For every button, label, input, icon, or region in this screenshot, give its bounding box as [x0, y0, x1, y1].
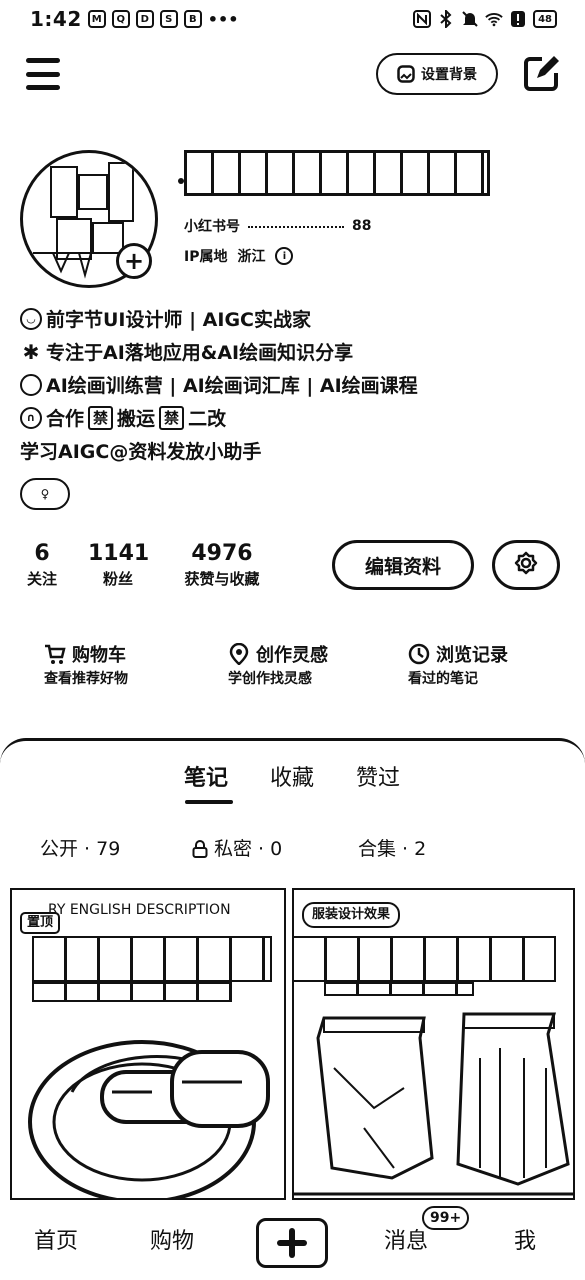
- card-tag: 服装设计效果: [302, 902, 401, 928]
- mute-icon: [461, 10, 479, 28]
- creative-inspiration-shortcut[interactable]: 创作灵感 学创作找灵感: [228, 640, 328, 690]
- masked-title: [32, 982, 232, 1002]
- id-masked: [248, 224, 344, 228]
- notification-icon: M: [87, 10, 106, 28]
- set-background-label: 设置背景: [421, 67, 477, 83]
- bio: ◡ 前字节UI设计师 | AIGC实战家 ✱ 专注于AI落地应用&AI绘画知识分…: [20, 302, 560, 467]
- ip-label: IP属地: [184, 249, 228, 265]
- cart-icon: [44, 643, 66, 665]
- plus-icon: [277, 1228, 307, 1258]
- notification-icon: D: [135, 10, 154, 28]
- note-card[interactable]: 服装设计效果: [292, 888, 575, 1200]
- info-icon[interactable]: i: [275, 247, 294, 265]
- following-stat[interactable]: 6 关注: [22, 540, 62, 590]
- browse-history-shortcut[interactable]: 浏览记录 看过的笔记: [408, 640, 508, 690]
- ip-location-row: IP属地 浙江 i: [184, 246, 294, 266]
- hamburger-menu-icon[interactable]: [26, 58, 60, 90]
- no-entry-tag: 禁: [88, 405, 114, 430]
- more-notifications-icon: •••: [207, 9, 239, 29]
- gender-icon: ♀: [40, 487, 50, 501]
- create-post-button[interactable]: [256, 1218, 328, 1268]
- bluetooth-icon: [437, 10, 455, 28]
- card-image: [294, 1012, 573, 1196]
- tab-indicator: [185, 800, 233, 804]
- notification-icon: S: [159, 10, 178, 28]
- tab-liked[interactable]: 赞过: [356, 764, 400, 794]
- masked-title: [324, 982, 474, 996]
- notification-icon: Q: [111, 10, 130, 28]
- nav-me[interactable]: 我: [514, 1226, 536, 1258]
- bio-line: AI绘画训练营 | AI绘画词汇库 | AI绘画课程: [20, 368, 560, 401]
- lock-icon: [192, 840, 208, 858]
- edit-profile-button[interactable]: 编辑资料: [332, 540, 474, 590]
- bio-line: 学习AIGC@资料发放小助手: [20, 441, 262, 463]
- nav-home[interactable]: 首页: [34, 1226, 78, 1258]
- edit-share-icon[interactable]: [522, 55, 560, 93]
- status-time: 1:42: [30, 7, 82, 31]
- note-card[interactable]: RY ENGLISH DESCRIPTION 置顶: [10, 888, 286, 1200]
- status-bar: 1:42 M Q D S B ••• 48: [0, 0, 585, 38]
- nav-messages[interactable]: 消息: [384, 1226, 428, 1258]
- settings-button[interactable]: [492, 540, 560, 590]
- bio-line: ✱ 专注于AI落地应用&AI绘画知识分享: [20, 335, 560, 368]
- image-icon: [397, 65, 415, 83]
- no-entry-tag: 禁: [159, 405, 185, 430]
- bio-line: ∩ 合作 禁 搬运 禁 二改: [20, 401, 560, 434]
- masked-title: [294, 936, 556, 982]
- messages-badge: 99+: [422, 1206, 470, 1230]
- ip-value: 浙江: [237, 249, 266, 265]
- notification-icon: B: [183, 10, 202, 28]
- id-suffix: 88: [352, 218, 372, 234]
- smile-icon: ◡: [20, 307, 42, 330]
- dot-icon: [20, 373, 42, 396]
- followers-stat[interactable]: 1141 粉丝: [88, 540, 149, 590]
- nickname-masked: [184, 150, 490, 196]
- gear-icon: [514, 551, 538, 575]
- filter-public[interactable]: 公开 · 79: [40, 836, 120, 862]
- bottom-nav: 首页 购物 消息 我: [0, 1206, 585, 1280]
- tab-notes[interactable]: 笔记: [184, 764, 228, 794]
- clock-icon: [408, 643, 430, 665]
- filter-private[interactable]: 私密 · 0: [192, 836, 282, 862]
- card-image: [28, 1040, 270, 1198]
- nfc-icon: [413, 10, 432, 28]
- sparkle-icon: ✱: [22, 339, 40, 364]
- handshake-icon: ∩: [20, 406, 42, 429]
- add-avatar-icon[interactable]: +: [116, 243, 152, 279]
- battery-icon: 48: [533, 10, 557, 28]
- id-label: 小红书号: [184, 219, 240, 235]
- bio-line: ◡ 前字节UI设计师 | AIGC实战家: [20, 302, 560, 335]
- wifi-icon: [485, 10, 503, 28]
- nav-shop[interactable]: 购物: [150, 1226, 194, 1258]
- location-pin-icon: [228, 643, 250, 665]
- likes-collects-stat[interactable]: 4976 获赞与收藏: [172, 540, 272, 590]
- tab-collections[interactable]: 收藏: [270, 764, 314, 794]
- filter-collections[interactable]: 合集 · 2: [358, 836, 426, 862]
- pinned-badge: 置顶: [20, 912, 61, 934]
- card-caption: RY ENGLISH DESCRIPTION: [48, 902, 231, 918]
- user-id-row: 小红书号 88: [184, 216, 371, 236]
- set-background-button[interactable]: 设置背景: [376, 53, 498, 95]
- gender-tag: ♀: [20, 478, 70, 510]
- alert-icon: [509, 10, 527, 28]
- shopping-cart-shortcut[interactable]: 购物车 查看推荐好物: [44, 640, 128, 690]
- masked-title: [32, 936, 272, 982]
